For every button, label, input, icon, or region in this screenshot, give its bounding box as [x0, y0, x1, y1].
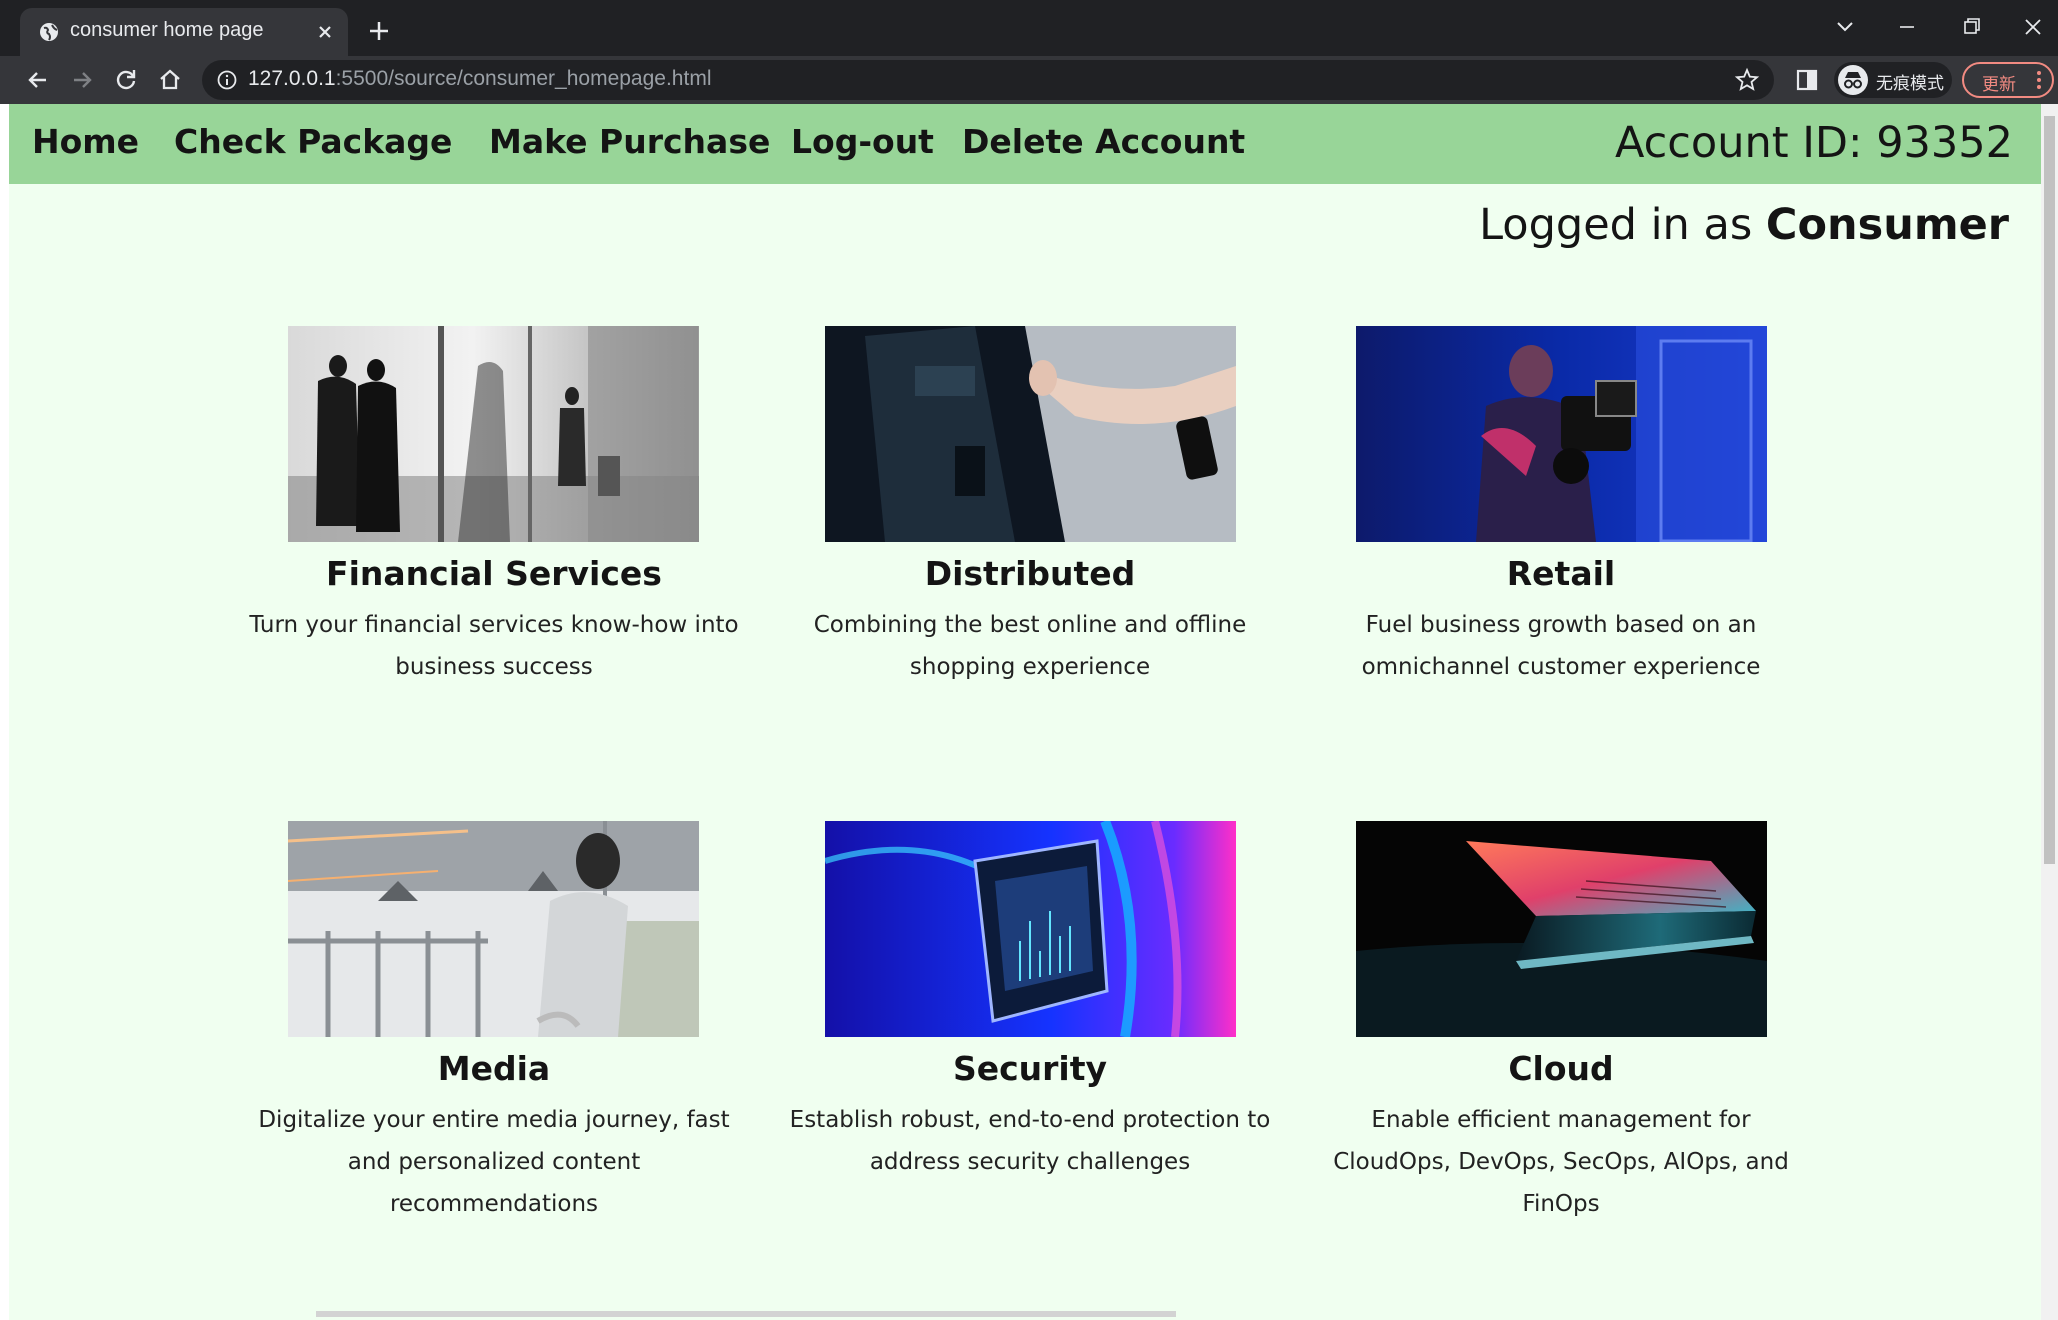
close-window-icon[interactable] — [2016, 12, 2050, 42]
url-text[interactable]: 127.0.0.1:5500/source/consumer_homepage.… — [248, 67, 711, 91]
media-image — [288, 821, 699, 1037]
browser-chrome: consumer home page 127.0.0.1:5500/source… — [0, 0, 2058, 104]
card-description: Enable efficient management for CloudOps… — [1333, 1107, 1789, 1217]
card-title: Security — [952, 1049, 1108, 1088]
card-title: Distributed — [924, 554, 1136, 593]
card-title: Financial Services — [326, 554, 662, 593]
incognito-indicator[interactable]: 无痕模式 — [1834, 62, 1952, 98]
scrollbar-thumb[interactable] — [2044, 116, 2055, 864]
close-tab-icon[interactable] — [312, 19, 338, 45]
new-tab-icon[interactable] — [364, 16, 394, 46]
nav-home-link[interactable]: Home — [32, 122, 139, 161]
tab-search-chevron-icon[interactable] — [1828, 12, 1862, 42]
card-description: Fuel business growth based on an omnicha… — [1361, 612, 1761, 680]
minimize-icon[interactable] — [1890, 12, 1924, 42]
top-navbar: Home Check Package Make Purchase Log-out… — [9, 104, 2041, 184]
distributed-image — [825, 326, 1236, 542]
card-title: Retail — [1506, 554, 1616, 593]
card-title: Media — [437, 1049, 551, 1088]
url-host: 127.0.0.1 — [248, 67, 336, 90]
vertical-scrollbar[interactable] — [2041, 104, 2058, 1320]
login-status-prefix: Logged in as — [1479, 200, 1753, 250]
back-arrow-icon[interactable] — [22, 64, 54, 96]
incognito-icon — [1838, 65, 1868, 95]
card-description: Turn your financial services know-how in… — [249, 612, 739, 680]
card-description: Digitalize your entire media journey, fa… — [258, 1107, 730, 1217]
retail-image — [1356, 326, 1767, 542]
login-status: Logged in as Consumer — [1479, 200, 2009, 250]
login-role: Consumer — [1765, 200, 2009, 250]
account-id: Account ID: 93352 — [1614, 118, 2013, 168]
side-panel-icon[interactable] — [1794, 66, 1820, 94]
update-button[interactable]: 更新 — [1962, 62, 2054, 98]
nav-check-package-link[interactable]: Check Package — [174, 122, 452, 161]
browser-toolbar: 127.0.0.1:5500/source/consumer_homepage.… — [0, 56, 2058, 104]
browser-tab[interactable]: consumer home page — [20, 8, 348, 56]
card-title: Cloud — [1508, 1049, 1614, 1088]
nav-make-purchase-link[interactable]: Make Purchase — [489, 122, 770, 161]
card-description: Combining the best online and offline sh… — [813, 612, 1247, 680]
nav-logout-link[interactable]: Log-out — [791, 122, 934, 161]
more-menu-icon[interactable] — [2036, 70, 2042, 90]
home-icon[interactable] — [154, 64, 186, 96]
incognito-label: 无痕模式 — [1876, 74, 1944, 94]
page-viewport: Home Check Package Make Purchase Log-out… — [9, 104, 2041, 1320]
cloud-image — [1356, 821, 1767, 1037]
nav-delete-account-link[interactable]: Delete Account — [962, 122, 1245, 161]
security-image — [825, 821, 1236, 1037]
reload-icon[interactable] — [110, 64, 142, 96]
bookmark-star-icon[interactable] — [1734, 67, 1760, 93]
address-bar[interactable]: 127.0.0.1:5500/source/consumer_homepage.… — [202, 60, 1774, 100]
restore-icon[interactable] — [1954, 12, 1988, 42]
horizontal-scrollbar-thumb[interactable] — [316, 1311, 1176, 1317]
financial-services-image — [288, 326, 699, 542]
site-info-icon[interactable] — [216, 69, 238, 91]
tab-title: consumer home page — [70, 19, 264, 41]
globe-icon — [40, 23, 58, 41]
card-description: Establish robust, end-to-end protection … — [789, 1107, 1271, 1175]
forward-arrow-icon[interactable] — [66, 64, 98, 96]
update-label: 更新 — [1982, 75, 2016, 95]
tab-strip: consumer home page — [0, 0, 2058, 56]
url-path: :5500/source/consumer_homepage.html — [335, 67, 712, 90]
